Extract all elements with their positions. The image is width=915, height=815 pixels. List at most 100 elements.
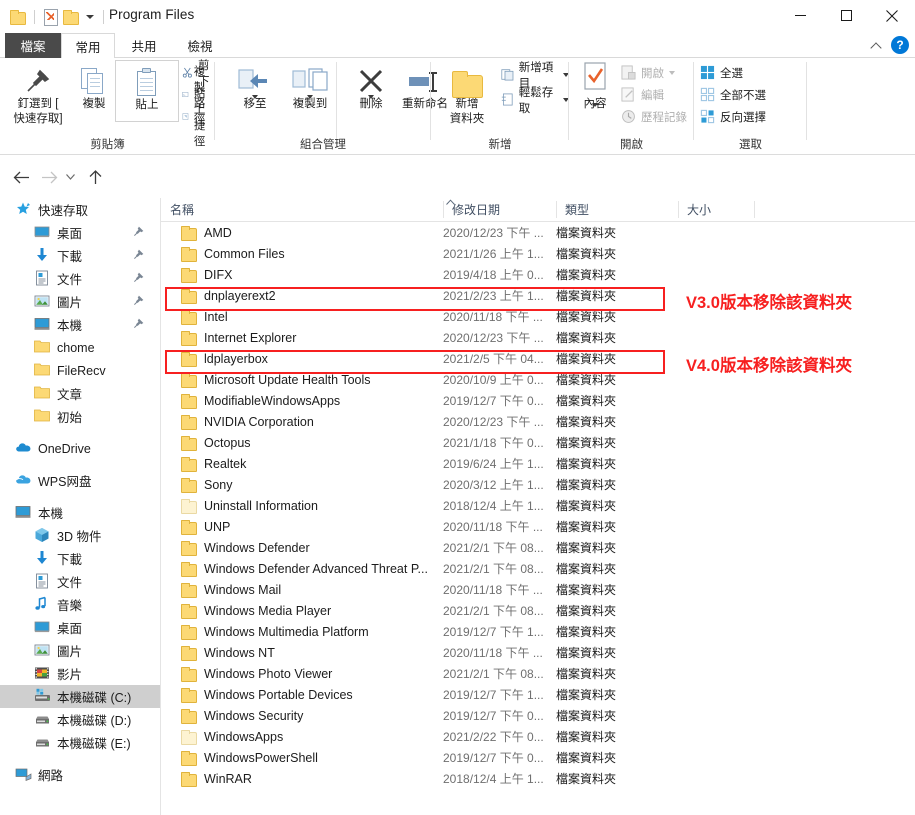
back-button[interactable] [10, 166, 32, 188]
folder-icon[interactable] [10, 10, 25, 24]
file-name-cell[interactable]: DIFX [181, 268, 232, 282]
pin-to-quick-access-button[interactable]: 釘選到 [ 快速存取] [6, 60, 70, 126]
sidebar-item-11[interactable]: WPS网盘 [0, 469, 160, 492]
file-name-cell[interactable]: Uninstall Information [181, 499, 318, 513]
move-to-caret-icon[interactable] [252, 95, 258, 99]
invert-selection-button[interactable]: 反向選擇 [700, 106, 766, 127]
column-divider[interactable] [556, 201, 557, 218]
sidebar-item-23[interactable]: 網路 [0, 763, 160, 786]
table-row[interactable]: Windows Security2019/12/7 下午 0...檔案資料夾 [161, 705, 915, 726]
properties-button[interactable]: 內容 [571, 60, 619, 111]
copy-to-caret-icon[interactable] [307, 95, 313, 99]
forward-button[interactable] [38, 166, 60, 188]
pin-icon[interactable] [133, 318, 144, 332]
file-name-cell[interactable]: Windows NT [181, 646, 275, 660]
table-row[interactable]: Windows Photo Viewer2021/2/1 下午 08...檔案資… [161, 663, 915, 684]
pin-icon[interactable] [133, 295, 144, 309]
paste-button[interactable]: 貼上 [115, 60, 179, 122]
pin-icon[interactable] [133, 272, 144, 286]
paste-shortcut-button[interactable]: 貼上捷徑 [182, 106, 215, 127]
file-name-cell[interactable]: Windows Defender Advanced Threat P... [181, 562, 428, 576]
column-header-extra[interactable] [754, 198, 814, 221]
file-name-cell[interactable]: ModifiableWindowsApps [181, 394, 340, 408]
tab-share[interactable]: 共用 [117, 33, 171, 58]
sidebar-item-6[interactable]: chome [0, 336, 160, 359]
recent-locations-button[interactable] [62, 166, 78, 188]
file-name-cell[interactable]: Octopus [181, 436, 251, 450]
table-row[interactable]: ModifiableWindowsApps2019/12/7 下午 0...檔案… [161, 390, 915, 411]
sidebar-item-9[interactable]: 初始 [0, 405, 160, 428]
tab-home[interactable]: 常用 [61, 33, 115, 59]
table-row[interactable]: NVIDIA Corporation2020/12/23 下午 ...檔案資料夾 [161, 411, 915, 432]
file-name-cell[interactable]: Windows Media Player [181, 604, 331, 618]
file-name-cell[interactable]: WindowsPowerShell [181, 751, 318, 765]
sidebar-item-17[interactable]: 桌面 [0, 616, 160, 639]
table-row[interactable]: WindowsPowerShell2019/12/7 下午 0...檔案資料夾 [161, 747, 915, 768]
column-header-date[interactable]: 修改日期 [443, 198, 556, 221]
table-row[interactable]: Sony2020/3/12 上午 1...檔案資料夾 [161, 474, 915, 495]
sidebar-item-22[interactable]: 本機磁碟 (E:) [0, 731, 160, 754]
table-row[interactable]: Windows Defender Advanced Threat P...202… [161, 558, 915, 579]
pin-icon[interactable] [133, 249, 144, 263]
file-name-cell[interactable]: ldplayerbox [181, 352, 268, 366]
file-name-cell[interactable]: Sony [181, 478, 233, 492]
history-button[interactable]: 歷程記錄 [621, 106, 687, 127]
column-header-size[interactable]: 大小 [678, 198, 754, 221]
sidebar-item-7[interactable]: FileRecv [0, 359, 160, 382]
edit-button[interactable]: 編輯 [621, 84, 664, 105]
select-all-button[interactable]: 全選 [700, 62, 743, 83]
new-folder-button[interactable]: 新增 資料夾 [435, 60, 499, 126]
customize-quick-access-caret-icon[interactable] [86, 15, 94, 19]
close-button[interactable] [869, 0, 915, 31]
help-icon[interactable]: ? [891, 36, 909, 54]
open-button[interactable]: 開啟 [621, 62, 675, 83]
tab-file[interactable]: 檔案 [5, 33, 61, 58]
tab-view[interactable]: 檢視 [173, 33, 227, 58]
file-name-cell[interactable]: Windows Multimedia Platform [181, 625, 369, 639]
sidebar-item-21[interactable]: 本機磁碟 (D:) [0, 708, 160, 731]
table-row[interactable]: Windows Portable Devices2019/12/7 下午 1..… [161, 684, 915, 705]
sidebar-item-20[interactable]: 本機磁碟 (C:) [0, 685, 160, 708]
sidebar-item-10[interactable]: OneDrive [0, 437, 160, 460]
open-caret-icon[interactable] [669, 71, 675, 75]
sidebar-item-19[interactable]: 影片 [0, 662, 160, 685]
pin-icon[interactable] [133, 226, 144, 240]
sidebar-item-18[interactable]: 圖片 [0, 639, 160, 662]
file-name-cell[interactable]: dnplayerext2 [181, 289, 276, 303]
file-name-cell[interactable]: Windows Portable Devices [181, 688, 353, 702]
table-row[interactable]: Uninstall Information2018/12/4 上午 1...檔案… [161, 495, 915, 516]
sidebar-item-15[interactable]: 文件 [0, 570, 160, 593]
file-name-cell[interactable]: Realtek [181, 457, 246, 471]
sidebar-item-8[interactable]: 文章 [0, 382, 160, 405]
file-name-cell[interactable]: AMD [181, 226, 232, 240]
table-row[interactable]: WinRAR2018/12/4 上午 1...檔案資料夾 [161, 768, 915, 789]
table-row[interactable]: WindowsApps2021/2/22 下午 0...檔案資料夾 [161, 726, 915, 747]
select-none-button[interactable]: 全部不選 [700, 84, 766, 105]
sidebar-item-4[interactable]: 圖片 [0, 290, 160, 313]
table-row[interactable]: Windows Media Player2021/2/1 下午 08...檔案資… [161, 600, 915, 621]
sidebar-item-13[interactable]: 3D 物件 [0, 524, 160, 547]
sidebar-item-14[interactable]: 下載 [0, 547, 160, 570]
sidebar-item-5[interactable]: 本機 [0, 313, 160, 336]
file-name-cell[interactable]: Windows Photo Viewer [181, 667, 332, 681]
copy-to-button[interactable]: 複製到 [278, 60, 342, 111]
file-name-cell[interactable]: Internet Explorer [181, 331, 296, 345]
sidebar-item-12[interactable]: 本機 [0, 501, 160, 524]
file-name-cell[interactable]: NVIDIA Corporation [181, 415, 314, 429]
maximize-button[interactable] [823, 0, 869, 31]
table-row[interactable]: Windows NT2020/11/18 下午 ...檔案資料夾 [161, 642, 915, 663]
column-header-name[interactable]: 名稱 [161, 198, 443, 221]
table-row[interactable]: DIFX2019/4/18 上午 0...檔案資料夾 [161, 264, 915, 285]
table-row[interactable]: Internet Explorer2020/12/23 下午 ...檔案資料夾 [161, 327, 915, 348]
table-row[interactable]: UNP2020/11/18 下午 ...檔案資料夾 [161, 516, 915, 537]
column-header-type[interactable]: 類型 [556, 198, 678, 221]
sidebar-item-3[interactable]: 文件 [0, 267, 160, 290]
properties-caret-icon[interactable] [592, 103, 598, 107]
column-divider[interactable] [754, 201, 755, 218]
sidebar-item-2[interactable]: 下載 [0, 244, 160, 267]
new-item-button[interactable]: 新增項目 [501, 64, 569, 85]
file-name-cell[interactable]: Windows Security [181, 709, 303, 723]
file-name-cell[interactable]: UNP [181, 520, 230, 534]
table-row[interactable]: Windows Mail2020/11/18 下午 ...檔案資料夾 [161, 579, 915, 600]
table-row[interactable]: Windows Multimedia Platform2019/12/7 下午 … [161, 621, 915, 642]
